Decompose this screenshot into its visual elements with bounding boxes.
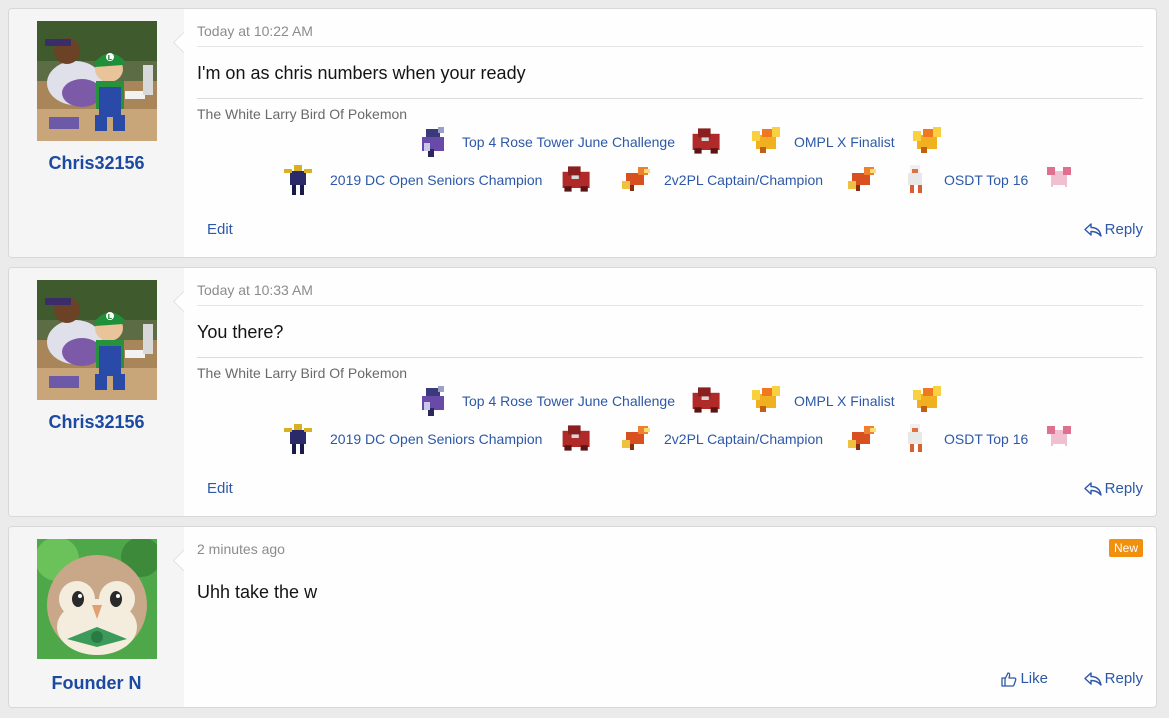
edit-link[interactable]: Edit [207,480,233,497]
pokemon-sprite-icon [692,128,720,154]
post-2: L Chris32156 Today at 10:33 AM You there… [8,267,1157,517]
pokemon-sprite-icon [422,386,444,416]
signature-divider [197,357,1143,358]
avatar[interactable]: L [37,280,157,400]
message-main: Today at 10:33 AM You there? The White L… [197,268,1143,516]
edit-label: Edit [207,480,233,497]
pokemon-sprite-icon [913,127,941,153]
trophy-link[interactable]: OMPL X Finalist [794,393,895,409]
user-sidebar: Founder N [9,527,184,707]
pokemon-sprite-icon [562,166,590,192]
avatar[interactable] [37,539,157,659]
message-body: I'm on as chris numbers when your ready [197,63,526,83]
post-date[interactable]: 2 minutes ago [197,541,285,557]
reply-icon [1083,481,1102,496]
like-label: Like [1020,670,1048,687]
svg-text:L: L [108,313,113,321]
reply-button[interactable]: Reply [1083,480,1143,497]
message-main: Today at 10:22 AM I'm on as chris number… [197,9,1143,257]
trophy-link[interactable]: Top 4 Rose Tower June Challenge [462,134,675,150]
pokemon-sprite-icon [284,424,312,454]
pokemon-sprite-icon [562,425,590,451]
pokemon-sprite-icon [752,127,780,153]
message-body: Uhh take the w [197,582,318,602]
trophy-link[interactable]: OSDT Top 16 [944,172,1028,188]
edit-label: Edit [207,221,233,238]
pokemon-sprite-icon [622,167,650,191]
edit-link[interactable]: Edit [207,221,233,238]
reply-button[interactable]: Reply [1083,670,1143,687]
reply-label: Reply [1104,670,1143,687]
svg-text:L: L [108,54,113,62]
pokemon-sprite-icon [908,424,922,452]
trophy-link[interactable]: 2019 DC Open Seniors Champion [330,172,542,188]
signature-title: The White Larry Bird Of Pokemon [197,365,408,381]
username[interactable]: Chris32156 [9,153,184,174]
rowlet-avatar-icon [37,539,157,659]
reply-icon [1083,222,1102,237]
reply-icon [1083,671,1102,686]
luigi-baseball-avatar-icon: L [37,280,157,400]
post-date[interactable]: Today at 10:22 AM [197,23,313,39]
username[interactable]: Chris32156 [9,412,184,433]
trophy-link[interactable]: 2v2PL Captain/Champion [664,172,823,188]
pokemon-sprite-icon [622,426,650,450]
new-badge: New [1108,539,1143,557]
reply-label: Reply [1104,221,1143,238]
signature-row-2: 2019 DC Open Seniors Champion 2v2PL Capt… [197,161,1143,201]
signature-row-1: Top 4 Rose Tower June Challenge OMPL X F… [197,382,1143,422]
pokemon-sprite-icon [1047,426,1071,450]
message-main: 2 minutes ago New Uhh take the w Like Re… [197,527,1143,707]
pokemon-sprite-icon [1047,167,1071,191]
reply-button[interactable]: Reply [1083,221,1143,238]
signature-row-1: Top 4 Rose Tower June Challenge OMPL X F… [197,123,1143,163]
pokemon-sprite-icon [752,386,780,412]
pokemon-sprite-icon [422,127,444,157]
like-button[interactable]: Like [1001,670,1048,687]
username[interactable]: Founder N [9,673,184,694]
post-1: L Chris32156 Today at 10:22 AM I'm on as… [8,8,1157,258]
divider [197,305,1143,306]
trophy-link[interactable]: OSDT Top 16 [944,431,1028,447]
pokemon-sprite-icon [284,165,312,195]
post-date[interactable]: Today at 10:33 AM [197,282,313,298]
signature-row-2: 2019 DC Open Seniors Champion 2v2PL Capt… [197,420,1143,460]
trophy-link[interactable]: 2v2PL Captain/Champion [664,431,823,447]
luigi-baseball-avatar-icon: L [37,21,157,141]
reply-label: Reply [1104,480,1143,497]
divider [197,46,1143,47]
pokemon-sprite-icon [913,386,941,412]
avatar[interactable]: L [37,21,157,141]
signature-title: The White Larry Bird Of Pokemon [197,106,408,122]
user-sidebar: L Chris32156 [9,9,184,257]
pokemon-sprite-icon [692,387,720,413]
pokemon-sprite-icon [908,165,922,193]
trophy-link[interactable]: OMPL X Finalist [794,134,895,150]
thumbs-up-icon [1001,671,1017,687]
trophy-link[interactable]: Top 4 Rose Tower June Challenge [462,393,675,409]
post-3: Founder N 2 minutes ago New Uhh take the… [8,526,1157,708]
user-sidebar: L Chris32156 [9,268,184,516]
signature-divider [197,98,1143,99]
pokemon-sprite-icon [848,167,876,191]
message-body: You there? [197,322,284,342]
trophy-link[interactable]: 2019 DC Open Seniors Champion [330,431,542,447]
pokemon-sprite-icon [848,426,876,450]
